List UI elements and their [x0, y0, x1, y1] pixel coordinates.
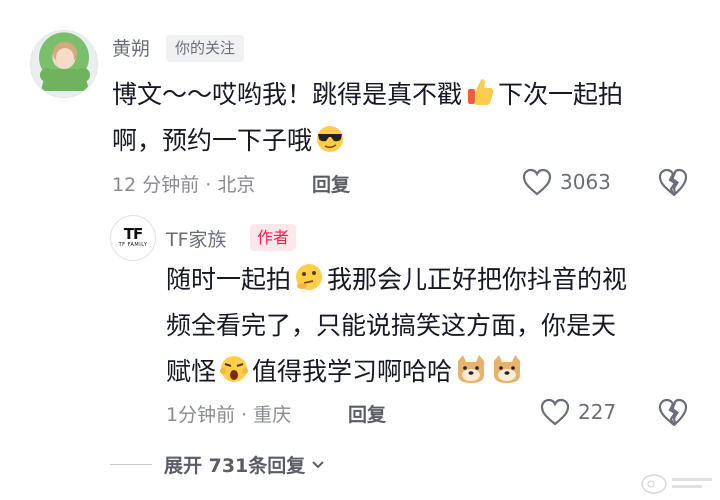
shocked-face-icon [218, 353, 250, 385]
heart-icon [522, 168, 552, 196]
comment-username[interactable]: 黄朔 [112, 34, 150, 61]
thumbs-up-icon [464, 76, 496, 108]
author-avatar[interactable]: TF TF FAMILY [110, 215, 156, 261]
avatar[interactable] [30, 30, 98, 98]
reply-button[interactable]: 回复 [348, 400, 386, 427]
comment-time-location: 12 分钟前 · 北京 [112, 174, 256, 196]
reply-time-location: 1分钟前 · 重庆 [166, 404, 292, 426]
reply-text-part: 值得我学习啊哈哈 [252, 357, 453, 386]
reply-text-part: 随时一起拍 [166, 265, 292, 294]
follow-badge: 你的关注 [166, 35, 245, 62]
comment-text: 博文～～哎哟我！跳得是真不戳 下次一起拍 啊，预约一下子哦 [112, 72, 702, 164]
author-logo-sub: TF FAMILY [118, 242, 148, 248]
like-button[interactable]: 3063 [522, 168, 611, 196]
expand-replies-label: 展开 731条回复 [164, 455, 306, 477]
comment-text-part: 啊，预约一下子哦 [112, 126, 313, 155]
reply-text: 随时一起拍 我那会儿正好把你抖音的视 频全看完了，只能说搞笑这方面，你是天 赋怪… [166, 257, 706, 395]
author-logo: TF [123, 225, 144, 243]
chevron-down-icon [312, 460, 324, 468]
doge-icon [454, 353, 486, 385]
like-count: 3063 [560, 170, 611, 194]
reply-text-part: 我那会儿正好把你抖音的视 [327, 265, 628, 294]
reply-text-part: 频全看完了，只能说搞笑这方面，你是天 [166, 311, 617, 340]
watermark-icon [641, 474, 712, 494]
like-button[interactable]: 227 [540, 398, 616, 426]
like-count: 227 [578, 400, 617, 424]
reply-text-part: 赋怪 [166, 357, 217, 386]
dislike-icon[interactable] [658, 168, 688, 196]
comment-text-part: 下次一起拍 [498, 80, 624, 109]
dislike-icon[interactable] [658, 398, 688, 426]
comment-text-part: 博文～～哎哟我！跳得是真不戳 [112, 80, 463, 109]
reply-button[interactable]: 回复 [312, 170, 350, 197]
divider [110, 464, 152, 465]
reply-username[interactable]: TF家族 [166, 225, 227, 252]
thinking-face-icon [293, 261, 325, 293]
heart-icon [540, 398, 570, 426]
author-badge: 作者 [250, 224, 297, 251]
doge-icon [490, 353, 522, 385]
sunglasses-face-icon [314, 122, 346, 154]
expand-replies-button[interactable]: 展开 731条回复 [110, 451, 325, 478]
